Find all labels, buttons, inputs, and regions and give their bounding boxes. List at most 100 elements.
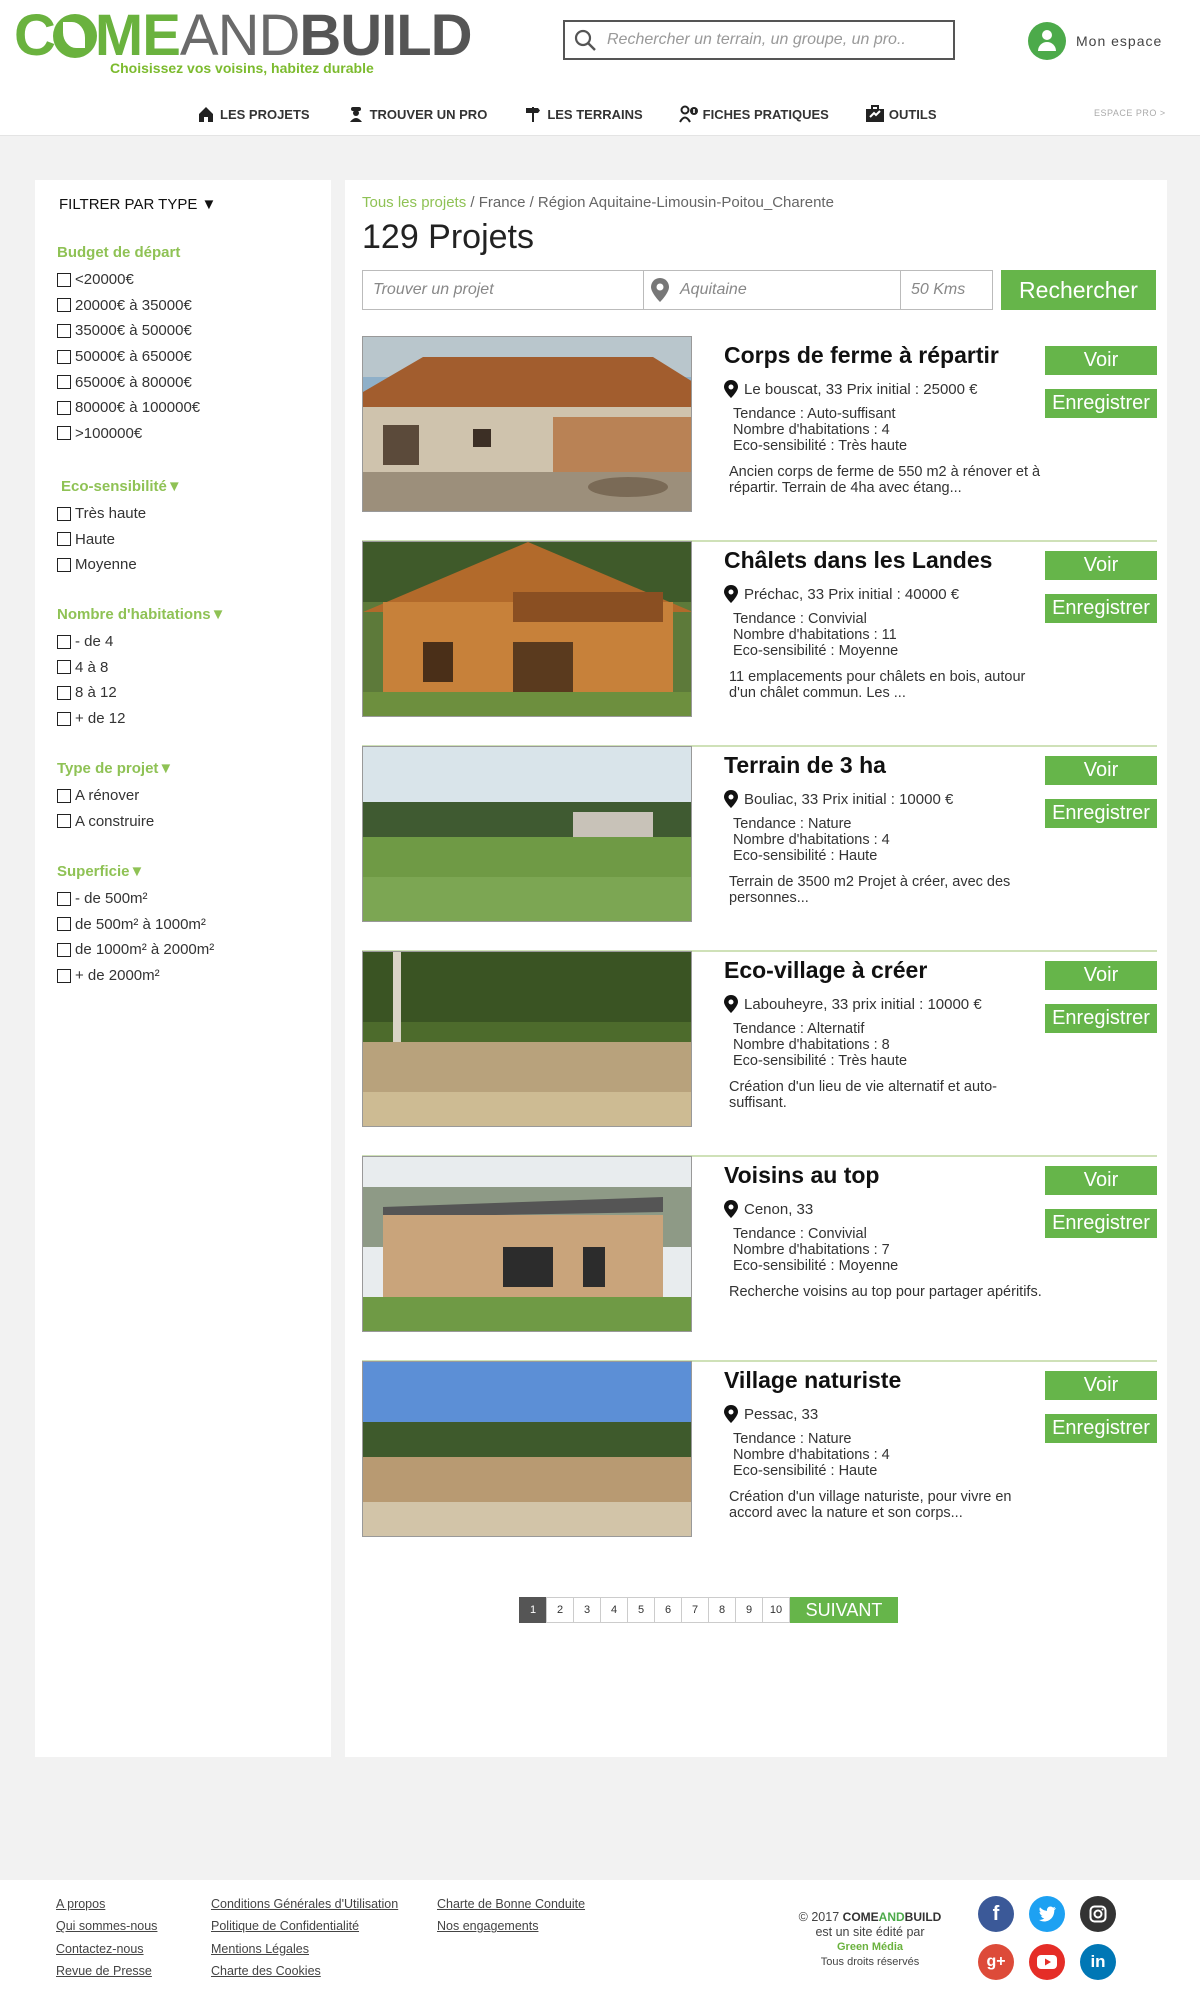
voir-button[interactable]: Voir — [1045, 1166, 1157, 1195]
checkbox[interactable] — [57, 557, 71, 572]
project-photo[interactable] — [362, 746, 692, 922]
distance-input[interactable]: 50 Kms — [900, 270, 993, 310]
page-button[interactable]: 10 — [762, 1597, 790, 1623]
filter-option[interactable]: >100000€ — [57, 421, 200, 447]
footer-link[interactable]: Conditions Générales d'Utilisation — [211, 1894, 398, 1916]
enregistrer-button[interactable]: Enregistrer — [1045, 594, 1157, 623]
project-photo[interactable] — [362, 1361, 692, 1537]
voir-button[interactable]: Voir — [1045, 551, 1157, 580]
filter-option[interactable]: 80000€ à 100000€ — [57, 395, 200, 421]
twitter-icon[interactable] — [1029, 1896, 1065, 1932]
filter-option[interactable]: 50000€ à 65000€ — [57, 344, 200, 370]
account-link[interactable]: Mon espace — [1028, 22, 1188, 60]
checkbox[interactable] — [57, 917, 71, 932]
filter-heading[interactable]: Nombre d'habitations▼ — [57, 606, 225, 623]
filter-option[interactable]: <20000€ — [57, 267, 200, 293]
filter-option[interactable]: A construire — [57, 809, 173, 835]
filter-option[interactable]: 20000€ à 35000€ — [57, 293, 200, 319]
page-button[interactable]: 8 — [708, 1597, 736, 1623]
filter-option[interactable]: 4 à 8 — [57, 655, 225, 681]
project-card[interactable]: Corps de ferme à répartir Le bouscat, 33… — [362, 336, 1157, 542]
filter-option[interactable]: - de 4 — [57, 629, 225, 655]
project-title[interactable]: Eco-village à créer — [724, 957, 927, 984]
project-photo[interactable] — [362, 1156, 692, 1332]
page-button[interactable]: 1 — [519, 1597, 547, 1623]
page-button[interactable]: 3 — [573, 1597, 601, 1623]
page-button[interactable]: 6 — [654, 1597, 682, 1623]
checkbox[interactable] — [57, 814, 71, 829]
instagram-icon[interactable] — [1080, 1896, 1116, 1932]
page-button[interactable]: 5 — [627, 1597, 655, 1623]
nav-les-terrains[interactable]: LES TERRAINS — [523, 100, 643, 128]
filter-option[interactable]: - de 500m² — [57, 886, 214, 912]
rechercher-button[interactable]: Rechercher — [1001, 270, 1156, 310]
project-photo[interactable] — [362, 336, 692, 512]
filter-option[interactable]: A rénover — [57, 783, 173, 809]
checkbox[interactable] — [57, 660, 71, 675]
footer-link[interactable]: Mentions Légales — [211, 1939, 398, 1961]
nav-les-projets[interactable]: LES PROJETS — [196, 100, 310, 128]
enregistrer-button[interactable]: Enregistrer — [1045, 1209, 1157, 1238]
checkbox[interactable] — [57, 349, 71, 364]
linkedin-icon[interactable]: in — [1080, 1944, 1116, 1980]
project-card[interactable]: Village naturiste Pessac, 33 Tendance : … — [362, 1361, 1157, 1567]
footer-link[interactable]: Charte des Cookies — [211, 1961, 398, 1983]
checkbox[interactable] — [57, 272, 71, 287]
google-plus-icon[interactable]: g+ — [978, 1944, 1014, 1980]
page-button[interactable]: 4 — [600, 1597, 628, 1623]
youtube-icon[interactable] — [1029, 1944, 1065, 1980]
filter-heading[interactable]: Eco-sensibilité▼ — [57, 478, 182, 495]
enregistrer-button[interactable]: Enregistrer — [1045, 389, 1157, 418]
checkbox[interactable] — [57, 323, 71, 338]
checkbox[interactable] — [57, 788, 71, 803]
voir-button[interactable]: Voir — [1045, 1371, 1157, 1400]
checkbox[interactable] — [57, 426, 71, 441]
filter-option[interactable]: 8 à 12 — [57, 680, 225, 706]
filter-title[interactable]: FILTRER PAR TYPE ▼ — [59, 196, 216, 213]
filter-option[interactable]: + de 12 — [57, 706, 225, 732]
filter-option[interactable]: Haute — [57, 527, 182, 553]
checkbox[interactable] — [57, 400, 71, 415]
voir-button[interactable]: Voir — [1045, 756, 1157, 785]
footer-link[interactable]: Contactez-nous — [56, 1939, 157, 1961]
project-card[interactable]: Eco-village à créer Labouheyre, 33 prix … — [362, 951, 1157, 1157]
project-title[interactable]: Voisins au top — [724, 1162, 879, 1189]
checkbox[interactable] — [57, 711, 71, 726]
enregistrer-button[interactable]: Enregistrer — [1045, 1004, 1157, 1033]
checkbox[interactable] — [57, 506, 71, 521]
breadcrumb-link[interactable]: Tous les projets — [362, 194, 466, 211]
nav-outils[interactable]: OUTILS — [865, 100, 937, 128]
editor-logo[interactable]: Green Média — [790, 1940, 950, 1955]
filter-option[interactable]: + de 2000m² — [57, 963, 214, 989]
checkbox[interactable] — [57, 685, 71, 700]
checkbox[interactable] — [57, 634, 71, 649]
filter-option[interactable]: 65000€ à 80000€ — [57, 369, 200, 395]
filter-option[interactable]: de 1000m² à 2000m² — [57, 937, 214, 963]
filter-option[interactable]: 35000€ à 50000€ — [57, 318, 200, 344]
voir-button[interactable]: Voir — [1045, 961, 1157, 990]
search-icon[interactable] — [573, 28, 597, 52]
checkbox[interactable] — [57, 375, 71, 390]
project-title[interactable]: Corps de ferme à répartir — [724, 342, 999, 369]
enregistrer-button[interactable]: Enregistrer — [1045, 1414, 1157, 1443]
project-card[interactable]: Châlets dans les Landes Préchac, 33 Prix… — [362, 541, 1157, 747]
facebook-icon[interactable]: f — [978, 1896, 1014, 1932]
project-card[interactable]: Voisins au top Cenon, 33 Tendance : Conv… — [362, 1156, 1157, 1362]
espace-pro-link[interactable]: ESPACE PRO > — [1094, 108, 1166, 118]
checkbox[interactable] — [57, 891, 71, 906]
project-card[interactable]: Terrain de 3 ha Bouliac, 33 Prix initial… — [362, 746, 1157, 952]
footer-link[interactable]: A propos — [56, 1894, 157, 1916]
location-input[interactable]: Aquitaine — [643, 270, 901, 310]
filter-heading[interactable]: Superficie▼ — [57, 863, 214, 880]
site-search-input[interactable] — [607, 26, 947, 54]
voir-button[interactable]: Voir — [1045, 346, 1157, 375]
footer-link[interactable]: Qui sommes-nous — [56, 1916, 157, 1938]
enregistrer-button[interactable]: Enregistrer — [1045, 799, 1157, 828]
project-title[interactable]: Terrain de 3 ha — [724, 752, 886, 779]
page-button[interactable]: 2 — [546, 1597, 574, 1623]
project-photo[interactable] — [362, 541, 692, 717]
footer-link[interactable]: Politique de Confidentialité — [211, 1916, 398, 1938]
filter-option[interactable]: Très haute — [57, 501, 182, 527]
page-button[interactable]: 7 — [681, 1597, 709, 1623]
filter-option[interactable]: Moyenne — [57, 552, 182, 578]
